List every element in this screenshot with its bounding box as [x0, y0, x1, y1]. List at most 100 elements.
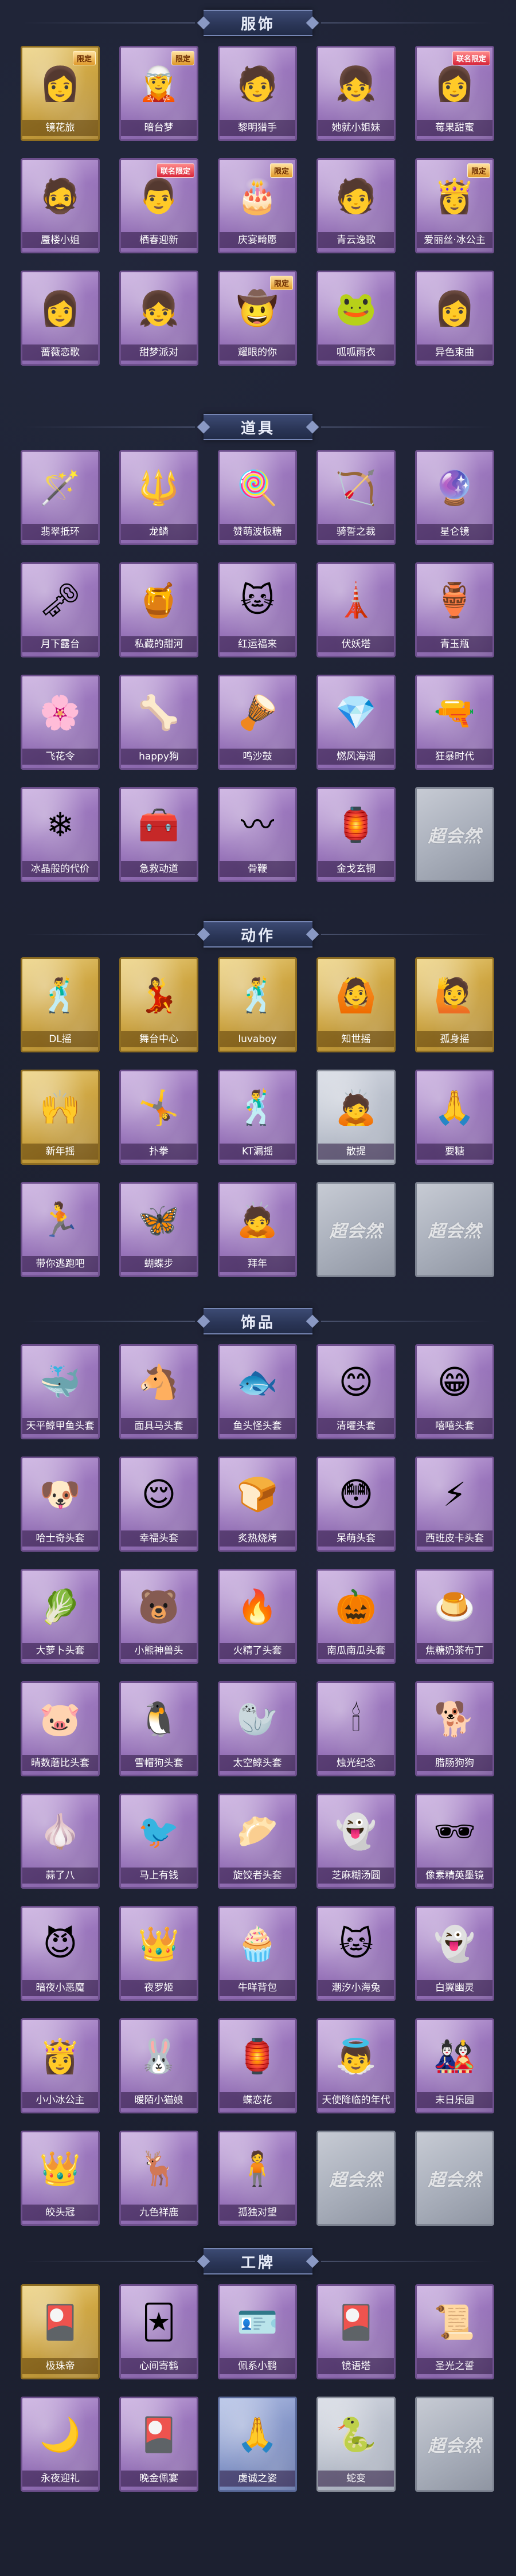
- item-card[interactable]: 🏮 蝶恋花: [218, 2018, 297, 2113]
- item-card[interactable]: 👼 天使降临的年代: [316, 2018, 396, 2113]
- item-name: 呆萌头套: [318, 1530, 394, 1547]
- item-card[interactable]: 🃏 心间寄鹤: [119, 2284, 198, 2379]
- item-card[interactable]: 💎 燃风海潮: [316, 675, 396, 770]
- item-card[interactable]: 🧁 牛咩背包: [218, 1906, 297, 2001]
- item-card[interactable]: 🧝 限定 暗台梦: [119, 46, 198, 141]
- item-card[interactable]: 🐸 呱呱雨衣: [316, 271, 396, 366]
- item-card[interactable]: 🕶 像素精英墨镜: [415, 1794, 494, 1889]
- item-card[interactable]: 🥟 旋饺者头套: [218, 1794, 297, 1889]
- treasure-icon: 🍯: [138, 581, 180, 620]
- item-card[interactable]: 🙇 散提: [316, 1070, 396, 1165]
- item-card[interactable]: 🙌 新年摇: [21, 1070, 100, 1165]
- item-card[interactable]: 🐧 雪帽狗头套: [119, 1681, 198, 1776]
- item-card[interactable]: 🍭 赞萌波板糖: [218, 450, 297, 545]
- item-card[interactable]: 🧑 青云逸歌: [316, 158, 396, 253]
- item-card[interactable]: 🎃 南瓜南瓜头套: [316, 1569, 396, 1664]
- item-card[interactable]: 👑 夜罗姬: [119, 1906, 198, 2001]
- item-card[interactable]: 🕺 luvaboy: [218, 957, 297, 1052]
- item-card[interactable]: 🐶 哈士奇头套: [21, 1457, 100, 1552]
- item-card[interactable]: 👑 皎头冠: [21, 2131, 100, 2226]
- item-card[interactable]: 🐳 天平鲸甲鱼头套: [21, 1344, 100, 1439]
- item-card[interactable]: 🧔 蜃楼小姐: [21, 158, 100, 253]
- item-card[interactable]: 🐴 面具马头套: [119, 1344, 198, 1439]
- item-card[interactable]: 😌 幸福头套: [119, 1457, 198, 1552]
- item-card[interactable]: 👸 限定 爱丽丝·冰公主: [415, 158, 494, 253]
- item-card[interactable]: 🐱 红运福来: [218, 562, 297, 657]
- card-icon: 🃏: [142, 2303, 176, 2342]
- item-card[interactable]: 📜 圣光之誓: [415, 2284, 494, 2379]
- item-card[interactable]: 🥬 大萝卜头套: [21, 1569, 100, 1664]
- item-card[interactable]: 😊 清曜头套: [316, 1344, 396, 1439]
- item-card[interactable]: 😳 呆萌头套: [316, 1457, 396, 1552]
- item-card[interactable]: 🤠 限定 耀眼的你: [218, 271, 297, 366]
- item-card[interactable]: 🦭 太空鲸头套: [218, 1681, 297, 1776]
- item-card[interactable]: 🕺 KT漏摇: [218, 1070, 297, 1165]
- item-card[interactable]: 🎴 极珠帝: [21, 2284, 100, 2379]
- item-card[interactable]: 🎎 末日乐园: [415, 2018, 494, 2113]
- item-card[interactable]: 👧 她就小姐妹: [316, 46, 396, 141]
- item-card[interactable]: 👸 小小冰公主: [21, 2018, 100, 2113]
- item-card[interactable]: 😁 嘻嘻头套: [415, 1344, 494, 1439]
- item-card[interactable]: 🔱 龙鳞: [119, 450, 198, 545]
- item-card[interactable]: 🧍 孤独对望: [218, 2131, 297, 2226]
- item-card[interactable]: 🕯 烛光纪念: [316, 1681, 396, 1776]
- item-card[interactable]: 🔮 星仑镜: [415, 450, 494, 545]
- item-card[interactable]: 🐕 腊肠狗狗: [415, 1681, 494, 1776]
- item-card[interactable]: 🐍 蛇变: [316, 2397, 396, 2492]
- section-header: 饰品: [0, 1304, 516, 1338]
- item-card[interactable]: 🤸 扑拳: [119, 1070, 198, 1165]
- item-card[interactable]: 🌙 永夜迎礼: [21, 2397, 100, 2492]
- item-card[interactable]: 🎴 镜语塔: [316, 2284, 396, 2379]
- item-card[interactable]: 🧑 黎明猎手: [218, 46, 297, 141]
- item-card[interactable]: 🔫 狂暴时代: [415, 675, 494, 770]
- item-card[interactable]: 👻 白翼幽灵: [415, 1906, 494, 2001]
- item-card[interactable]: 🎴 晚金佩宴: [119, 2397, 198, 2492]
- item-card[interactable]: 🙆 知世摇: [316, 957, 396, 1052]
- item-card[interactable]: 🏹 骑誓之裁: [316, 450, 396, 545]
- item-card[interactable]: 👨 联名限定 栖春迎新: [119, 158, 198, 253]
- item-card[interactable]: 🐷 晴数蘑比头套: [21, 1681, 100, 1776]
- item-name: 金戈玄铜: [318, 861, 394, 877]
- item-card[interactable]: 👧 甜梦派对: [119, 271, 198, 366]
- item-card[interactable]: 🏺 青玉瓶: [415, 562, 494, 657]
- item-card[interactable]: 🧄 蒜了八: [21, 1794, 100, 1889]
- item-card[interactable]: 🍮 焦糖奶茶布丁: [415, 1569, 494, 1664]
- item-card[interactable]: 🐱 潮汐小海兔: [316, 1906, 396, 2001]
- item-card[interactable]: 🐰 暖陌小猫娘: [119, 2018, 198, 2113]
- item-card[interactable]: 🌸 飞花令: [21, 675, 100, 770]
- item-card[interactable]: 🗼 伏妖塔: [316, 562, 396, 657]
- item-card[interactable]: 👩 限定 镜花旅: [21, 46, 100, 141]
- item-card[interactable]: 🐟 鱼头怪头套: [218, 1344, 297, 1439]
- item-card[interactable]: 👻 芝麻糊汤圆: [316, 1794, 396, 1889]
- item-card[interactable]: 🦋 蝴蝶步: [119, 1182, 198, 1277]
- item-card[interactable]: 🎂 限定 庆宴畸愿: [218, 158, 297, 253]
- item-card[interactable]: 👩 联名限定 莓果甜蜜: [415, 46, 494, 141]
- item-card[interactable]: ❄ 冰晶般的代价: [21, 787, 100, 882]
- item-card[interactable]: 🦌 九色祥鹿: [119, 2131, 198, 2226]
- item-card[interactable]: 🪄 翡翠抵环: [21, 450, 100, 545]
- item-card[interactable]: 🙏 要糖: [415, 1070, 494, 1165]
- item-card[interactable]: 🙏 虔诚之姿: [218, 2397, 297, 2492]
- item-card[interactable]: 🕺 DL摇: [21, 957, 100, 1052]
- item-card[interactable]: ⚡ 西班皮卡头套: [415, 1457, 494, 1552]
- item-card[interactable]: 🪪 佩系小鹏: [218, 2284, 297, 2379]
- doll-icon: 🎎: [433, 2037, 476, 2076]
- item-card[interactable]: 🔥 火精了头套: [218, 1569, 297, 1664]
- item-card[interactable]: 🍯 私藏的甜河: [119, 562, 198, 657]
- item-card[interactable]: 🐻 小熊神兽头: [119, 1569, 198, 1664]
- item-card[interactable]: 🦴 happy狗: [119, 675, 198, 770]
- item-card[interactable]: 🐦 马上有钱: [119, 1794, 198, 1889]
- item-card[interactable]: 🪘 鸣沙鼓: [218, 675, 297, 770]
- item-card[interactable]: 🙋 孤身摇: [415, 957, 494, 1052]
- item-card[interactable]: 🏃 带你逃跑吧: [21, 1182, 100, 1277]
- item-card[interactable]: 🗝 月下露台: [21, 562, 100, 657]
- item-card[interactable]: 👩 异色束曲: [415, 271, 494, 366]
- item-card[interactable]: 🏮 金戈玄铜: [316, 787, 396, 882]
- item-card[interactable]: 👩 蔷薇恋歌: [21, 271, 100, 366]
- item-card[interactable]: 〰骨鞭: [218, 787, 297, 882]
- item-card[interactable]: 🧰 急救动道: [119, 787, 198, 882]
- item-card[interactable]: 😈 暗夜小恶魔: [21, 1906, 100, 2001]
- item-card[interactable]: 💃 舞台中心: [119, 957, 198, 1052]
- item-card[interactable]: 🍞 炙热烧烤: [218, 1457, 297, 1552]
- item-card[interactable]: 🙇 拜年: [218, 1182, 297, 1277]
